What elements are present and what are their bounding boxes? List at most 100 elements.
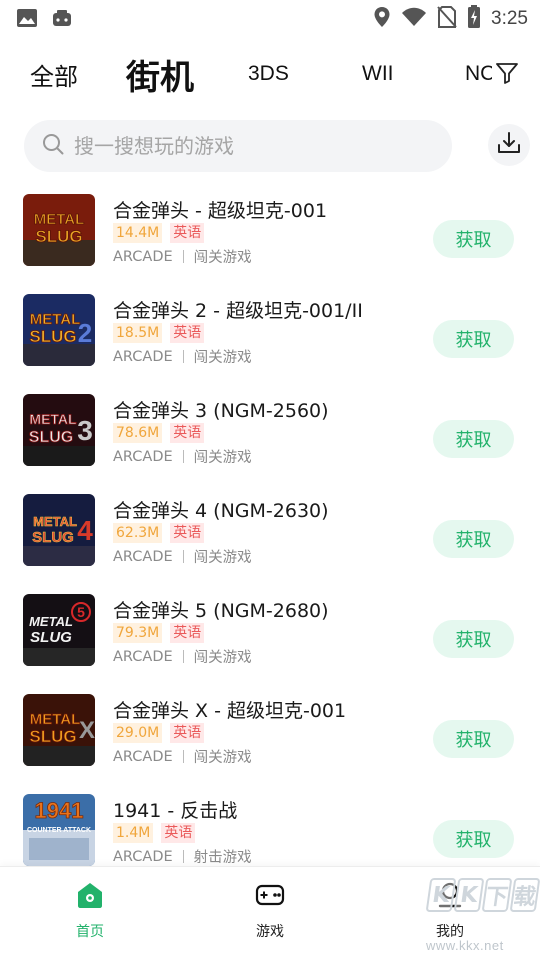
game-meta: ARCADE 闯关游戏 bbox=[113, 346, 252, 367]
cover-number: 2 bbox=[78, 318, 92, 348]
size-badge: 29.0M bbox=[113, 723, 163, 743]
location-icon bbox=[373, 6, 391, 32]
cover-subtitle: SLUG bbox=[29, 727, 76, 746]
size-badge: 18.5M bbox=[113, 323, 163, 343]
game-meta: ARCADE 闯关游戏 bbox=[113, 246, 252, 267]
game-cover: 1941 COUNTER ATTACK bbox=[23, 794, 95, 866]
genre-label: 闯关游戏 bbox=[193, 250, 252, 266]
get-button[interactable]: 获取 bbox=[433, 720, 514, 758]
game-controller-icon bbox=[52, 9, 72, 31]
game-cover: METAL SLUG X bbox=[23, 694, 95, 766]
meta-divider bbox=[182, 450, 184, 463]
meta-divider bbox=[182, 350, 184, 363]
list-item[interactable]: METAL SLUG 2 合金弹头 2 - 超级坦克-001/II 18.5M … bbox=[0, 280, 540, 380]
list-item[interactable]: METAL SLUG X 合金弹头 X - 超级坦克-001 29.0M 英语 … bbox=[0, 680, 540, 780]
cover-title: METAL bbox=[29, 411, 77, 427]
platform-label: ARCADE bbox=[113, 348, 173, 365]
game-cover: METAL SLUG 5 bbox=[23, 594, 95, 666]
gamepad-icon bbox=[255, 881, 285, 913]
image-icon bbox=[16, 8, 38, 32]
cover-title: METAL bbox=[30, 311, 81, 328]
battery-charging-icon bbox=[467, 5, 481, 33]
language-badge: 英语 bbox=[170, 523, 205, 543]
genre-label: 闯关游戏 bbox=[193, 550, 252, 566]
cover-number: 5 bbox=[77, 604, 85, 620]
list-item[interactable]: METAL SLUG 5 合金弹头 5 (NGM-2680) 79.3M 英语 … bbox=[0, 580, 540, 680]
list-item[interactable]: METAL SLUG 4 合金弹头 4 (NGM-2630) 62.3M 英语 … bbox=[0, 480, 540, 580]
home-icon bbox=[76, 881, 104, 913]
tab-3ds[interactable]: 3DS bbox=[248, 48, 289, 100]
game-cover: METAL SLUG 2 bbox=[23, 294, 95, 366]
platform-label: ARCADE bbox=[113, 648, 173, 665]
genre-label: 射击游戏 bbox=[193, 850, 252, 866]
list-item[interactable]: METAL SLUG 3 合金弹头 3 (NGM-2560) 78.6M 英语 … bbox=[0, 380, 540, 480]
get-button[interactable]: 获取 bbox=[433, 420, 514, 458]
get-button[interactable]: 获取 bbox=[433, 320, 514, 358]
game-cover: METAL SLUG bbox=[23, 194, 95, 266]
cover-subtitle: SLUG bbox=[30, 629, 72, 646]
list-item[interactable]: METAL SLUG 合金弹头 - 超级坦克-001 14.4M 英语 ARCA… bbox=[0, 180, 540, 280]
cover-subtitle: SLUG bbox=[29, 327, 76, 346]
game-meta: ARCADE 闯关游戏 bbox=[113, 546, 252, 567]
genre-label: 闯关游戏 bbox=[193, 650, 252, 666]
genre-label: 闯关游戏 bbox=[193, 350, 252, 366]
game-meta: ARCADE 闯关游戏 bbox=[113, 646, 252, 667]
get-button[interactable]: 获取 bbox=[433, 620, 514, 658]
language-badge: 英语 bbox=[170, 323, 205, 343]
get-button[interactable]: 获取 bbox=[433, 820, 514, 858]
cover-subtitle: SLUG bbox=[35, 227, 82, 246]
user-icon bbox=[436, 881, 464, 913]
get-button[interactable]: 获取 bbox=[433, 220, 514, 258]
game-meta: ARCADE 闯关游戏 bbox=[113, 446, 252, 467]
language-badge: 英语 bbox=[170, 223, 205, 243]
game-list: METAL SLUG 合金弹头 - 超级坦克-001 14.4M 英语 ARCA… bbox=[0, 180, 540, 866]
filter-button[interactable] bbox=[492, 60, 522, 90]
search-bar[interactable] bbox=[24, 120, 452, 172]
nav-home[interactable]: 首页 bbox=[45, 881, 135, 941]
cover-title: METAL bbox=[29, 614, 73, 629]
size-badge: 79.3M bbox=[113, 623, 163, 643]
language-badge: 英语 bbox=[170, 423, 205, 443]
status-bar: 3:25 bbox=[0, 0, 540, 36]
no-sim-icon bbox=[437, 6, 457, 32]
game-meta: ARCADE 射击游戏 bbox=[113, 846, 252, 867]
platform-label: ARCADE bbox=[113, 448, 173, 465]
tab-arcade[interactable]: 街机 bbox=[126, 48, 194, 100]
language-badge: 英语 bbox=[170, 723, 205, 743]
genre-label: 闯关游戏 bbox=[193, 750, 252, 766]
cover-number: 3 bbox=[77, 415, 93, 446]
bottom-navigation: 首页 游戏 我的 bbox=[0, 866, 540, 960]
cover-title: METAL bbox=[34, 211, 85, 228]
status-time: 3:25 bbox=[491, 8, 528, 29]
cover-subtitle: SLUG bbox=[32, 529, 74, 546]
meta-divider bbox=[182, 850, 184, 863]
game-title: 1941 - 反击战 bbox=[113, 800, 238, 822]
tab-wii[interactable]: WII bbox=[362, 48, 394, 100]
get-button[interactable]: 获取 bbox=[433, 520, 514, 558]
game-title: 合金弹头 - 超级坦克-001 bbox=[113, 200, 328, 222]
cover-title: METAL bbox=[33, 514, 77, 529]
tab-all[interactable]: 全部 bbox=[30, 48, 78, 100]
nav-mine[interactable]: 我的 bbox=[405, 881, 495, 941]
game-cover: METAL SLUG 4 bbox=[23, 494, 95, 566]
meta-divider bbox=[182, 750, 184, 763]
nav-games[interactable]: 游戏 bbox=[225, 881, 315, 941]
nav-home-label: 首页 bbox=[76, 924, 104, 940]
game-title: 合金弹头 2 - 超级坦克-001/II bbox=[113, 300, 363, 322]
game-meta: ARCADE 闯关游戏 bbox=[113, 746, 252, 767]
nav-games-label: 游戏 bbox=[256, 924, 284, 940]
game-cover: METAL SLUG 3 bbox=[23, 394, 95, 466]
language-badge: 英语 bbox=[170, 623, 205, 643]
download-icon bbox=[496, 130, 522, 160]
size-badge: 78.6M bbox=[113, 423, 163, 443]
search-input[interactable] bbox=[74, 134, 414, 158]
platform-label: ARCADE bbox=[113, 748, 173, 765]
download-manager-button[interactable] bbox=[488, 124, 530, 166]
nav-mine-label: 我的 bbox=[436, 924, 464, 940]
cover-subtitle: SLUG bbox=[29, 429, 73, 446]
game-title: 合金弹头 X - 超级坦克-001 bbox=[113, 700, 347, 722]
size-badge: 1.4M bbox=[113, 823, 154, 843]
cover-title: METAL bbox=[30, 711, 81, 728]
list-item[interactable]: 1941 COUNTER ATTACK 1941 - 反击战 1.4M 英语 A… bbox=[0, 780, 540, 866]
game-title: 合金弹头 3 (NGM-2560) bbox=[113, 400, 329, 422]
